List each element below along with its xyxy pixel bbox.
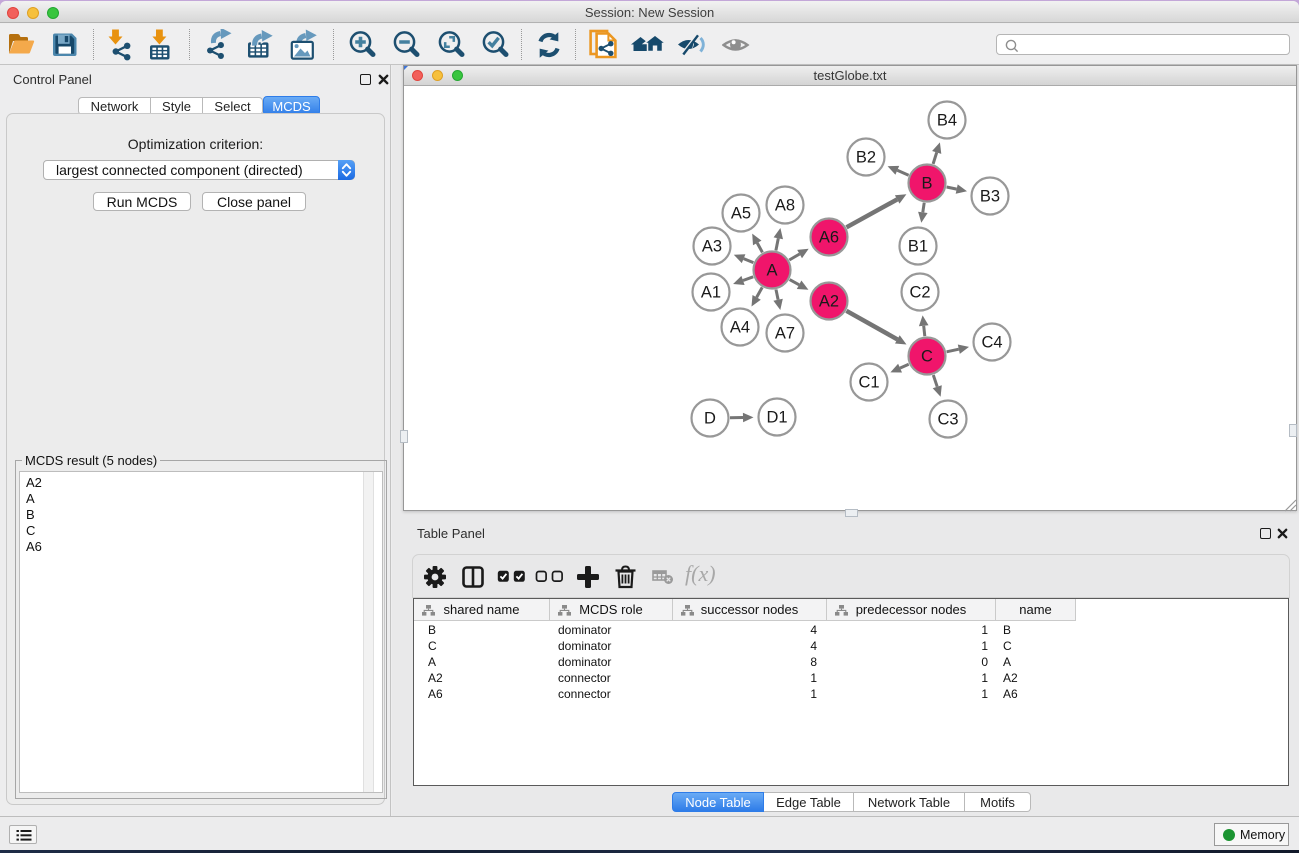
svg-text:C2: C2 (909, 284, 930, 302)
svg-text:A5: A5 (731, 205, 751, 223)
svg-text:B: B (921, 175, 932, 193)
svg-text:C4: C4 (981, 334, 1002, 352)
svg-text:A1: A1 (701, 284, 721, 302)
svg-text:C1: C1 (858, 374, 879, 392)
svg-text:A6: A6 (819, 229, 839, 247)
svg-text:B3: B3 (980, 188, 1000, 206)
svg-text:A: A (766, 262, 777, 280)
svg-text:C3: C3 (937, 411, 958, 429)
svg-text:B2: B2 (856, 149, 876, 167)
svg-text:A7: A7 (775, 325, 795, 343)
svg-text:C: C (921, 348, 933, 366)
svg-text:D1: D1 (766, 409, 787, 427)
svg-text:D: D (704, 410, 716, 428)
svg-text:A8: A8 (775, 197, 795, 215)
svg-text:B4: B4 (937, 112, 957, 130)
svg-text:B1: B1 (908, 238, 928, 256)
svg-text:A4: A4 (730, 319, 750, 337)
svg-text:A3: A3 (702, 238, 722, 256)
svg-text:A2: A2 (819, 293, 839, 311)
